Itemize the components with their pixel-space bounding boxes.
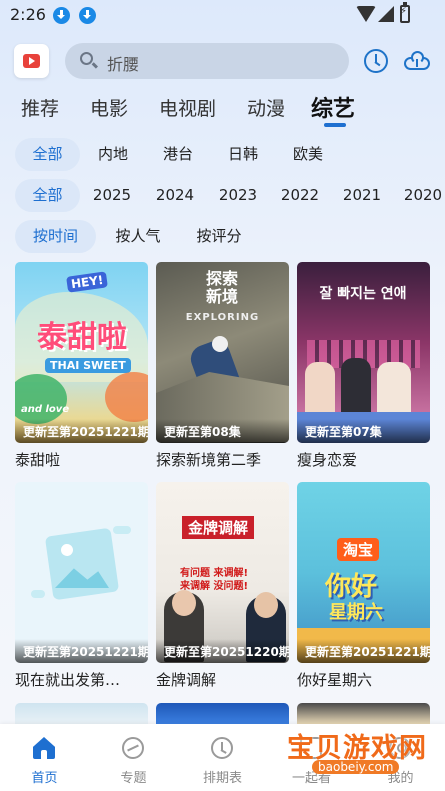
tab-variety[interactable]: 综艺 [311, 91, 355, 123]
episode-status: 更新至第08集 [156, 419, 289, 443]
filter-region-mainland[interactable]: 内地 [92, 138, 134, 171]
filter-year-2020[interactable]: 2020 [403, 179, 443, 212]
category-tabs: 推荐 电影 电视剧 动漫 综艺 [0, 90, 445, 128]
poster-title: 잘 빠지는 연애 [319, 286, 407, 302]
episode-status: 更新至第20251221期 [15, 639, 148, 663]
active-tab-indicator [324, 123, 346, 127]
sort-by-time[interactable]: 按时间 [15, 220, 96, 253]
poster-tagline: and love [21, 404, 70, 415]
show-poster[interactable]: 잘 빠지는 연애 更新至第07集 [297, 262, 430, 443]
episode-status: 更新至第20251220期 [156, 639, 289, 663]
poster-subtitle: 星期六 [329, 602, 383, 623]
filter-region-west[interactable]: 欧美 [287, 138, 329, 171]
filter-year-2021[interactable]: 2021 [342, 179, 382, 212]
tab-anime[interactable]: 动漫 [247, 94, 285, 121]
show-poster[interactable]: 探索新境 EXPLORING 更新至第08集 [156, 262, 289, 443]
signal-icon [378, 6, 394, 22]
filter-year-2024[interactable]: 2024 [155, 179, 195, 212]
poster-title: 金牌调解 [182, 516, 255, 539]
show-poster[interactable]: 更新至第20251221期 [15, 482, 148, 663]
status-bar: 2:26 [0, 0, 445, 30]
filter-year-2025[interactable]: 2025 [92, 179, 132, 212]
home-icon [33, 737, 55, 759]
nav-label: 排期表 [202, 771, 242, 786]
battery-icon [400, 2, 410, 23]
show-title[interactable]: 现在就出发第… [15, 669, 148, 690]
nav-label: 首页 [31, 771, 58, 786]
episode-status: 更新至第20251221期 [297, 639, 430, 663]
watermark-url: baobeiy.com [312, 760, 400, 774]
show-title[interactable]: 金牌调解 [156, 669, 289, 690]
poster-subtitle: THAI SWEET [45, 358, 131, 373]
nav-topics[interactable]: 专题 [89, 724, 178, 791]
filter-year-2023[interactable]: 2023 [218, 179, 258, 212]
show-poster[interactable]: 金牌调解 有问题 来调解! 来调解 没问题! 更新至第20251220期 [156, 482, 289, 663]
cloud-download-icon[interactable] [404, 51, 430, 71]
tab-movies[interactable]: 电影 [90, 94, 128, 121]
app-logo[interactable] [14, 44, 49, 78]
nav-label: 专题 [120, 771, 147, 786]
placeholder-image-icon [44, 527, 120, 601]
tab-recommend[interactable]: 推荐 [21, 94, 59, 121]
download-notification-icon [53, 7, 70, 24]
sort-by-rating[interactable]: 按评分 [191, 220, 247, 253]
filter-region-hk-tw[interactable]: 港台 [157, 138, 199, 171]
show-poster[interactable] [15, 703, 148, 724]
download-notification-icon [79, 7, 96, 24]
poster-subtitle-2: 来调解 没问题! [180, 581, 249, 592]
poster-title: 探索新境 [205, 269, 238, 306]
topic-icon [122, 737, 144, 759]
poster-subtitle: EXPLORING [185, 312, 260, 323]
filter-region-all[interactable]: 全部 [15, 138, 80, 171]
nav-home[interactable]: 首页 [0, 724, 89, 791]
tab-tv-series[interactable]: 电视剧 [159, 94, 216, 121]
show-title[interactable]: 你好星期六 [297, 669, 430, 690]
year-filter: 全部 2025 2024 2023 2022 2021 2020 [0, 179, 445, 213]
poster-brand: HEY! [66, 271, 109, 293]
history-icon[interactable] [364, 49, 388, 73]
search-query: 折腰 [107, 55, 140, 74]
region-filter: 全部 内地 港台 日韩 欧美 [0, 138, 445, 172]
show-title[interactable]: 瘦身恋爱 [297, 449, 430, 470]
status-time: 2:26 [10, 5, 46, 24]
show-poster[interactable]: HEY! 泰甜啦 THAI SWEET and love 更新至第2025122… [15, 262, 148, 443]
wifi-icon [356, 6, 376, 22]
episode-status: 更新至第20251221期 [15, 419, 148, 443]
show-poster[interactable] [156, 703, 289, 724]
poster-title: 泰甜啦 [37, 320, 127, 355]
poster-brand: 淘宝 [337, 538, 380, 561]
show-poster[interactable]: 淘宝 你好 星期六 更新至第20251221期 [297, 482, 430, 663]
episode-status: 更新至第07集 [297, 419, 430, 443]
filter-region-jp-kr[interactable]: 日韩 [222, 138, 264, 171]
search-input[interactable]: 折腰 [65, 43, 349, 79]
filter-year-2022[interactable]: 2022 [280, 179, 320, 212]
schedule-icon [211, 737, 233, 759]
show-poster[interactable] [297, 703, 430, 724]
search-icon [80, 52, 93, 65]
sort-by-popularity[interactable]: 按人气 [110, 220, 166, 253]
sort-filter: 按时间 按人气 按评分 [0, 220, 445, 254]
show-title[interactable]: 探索新境第二季 [156, 449, 289, 470]
show-title[interactable]: 泰甜啦 [15, 449, 148, 470]
filter-year-all[interactable]: 全部 [15, 179, 80, 212]
watermark: 宝贝游戏网 baobeiy.com [287, 726, 437, 784]
nav-schedule[interactable]: 排期表 [178, 724, 267, 791]
